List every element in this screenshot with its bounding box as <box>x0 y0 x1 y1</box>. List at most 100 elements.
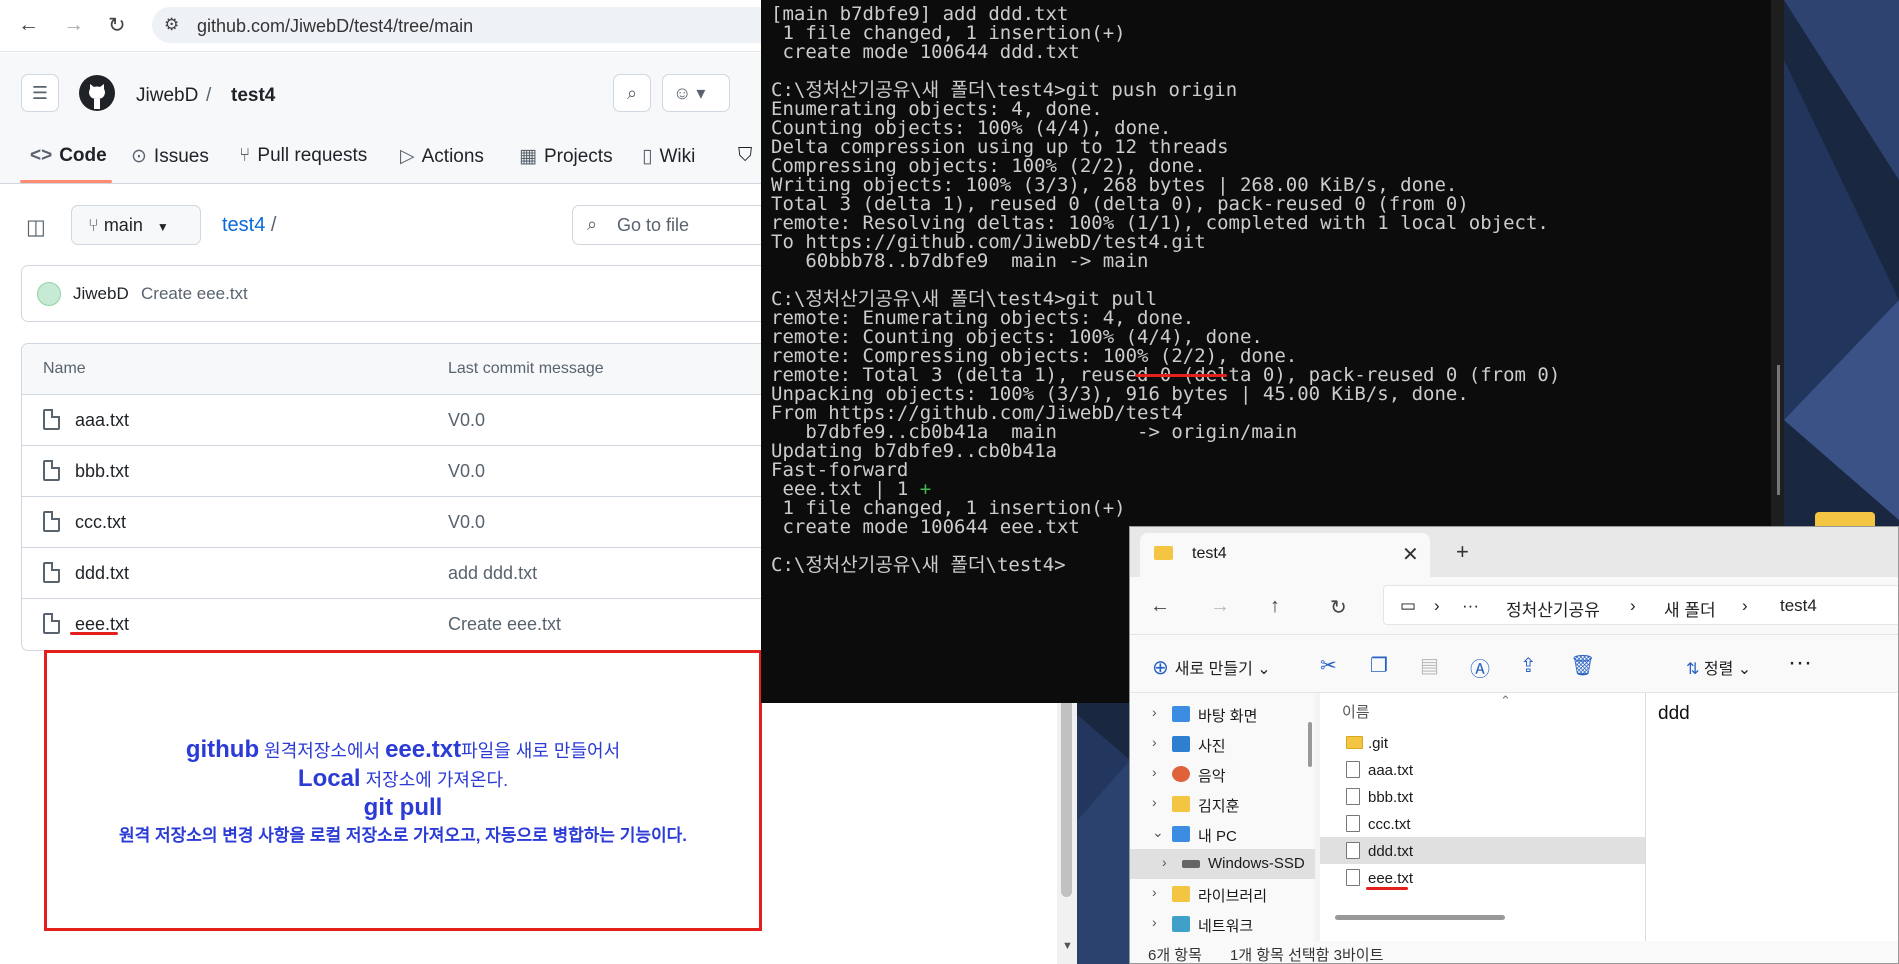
security-icon[interactable]: ⛉ <box>738 145 752 167</box>
projects-icon: ▦ <box>519 146 537 167</box>
tree-item[interactable]: ⌄ 내 PC <box>1130 819 1315 849</box>
sort-button[interactable]: ⇅ 정렬 ⌄ <box>1686 655 1751 679</box>
scroll-down-arrow-icon[interactable]: ▼ <box>1062 940 1073 952</box>
folder-icon <box>1154 546 1173 560</box>
file-commit-message[interactable]: V0.0 <box>448 410 485 431</box>
back-icon[interactable]: ← <box>1150 595 1170 618</box>
annotation-line-1: github 원격저장소에서 eee.txt파일을 새로 만들어서 <box>47 736 759 765</box>
reload-icon[interactable]: ↻ <box>108 13 126 38</box>
file-name[interactable]: aaa.txt <box>75 410 129 431</box>
share-icon[interactable]: ⇪ <box>1520 653 1537 678</box>
list-item[interactable]: bbb.txt202 <box>1320 783 1688 810</box>
file-commit-message[interactable]: V0.0 <box>448 512 485 533</box>
text-file-icon <box>1346 788 1360 805</box>
expand-sidebar-icon[interactable]: ◫ <box>26 215 46 240</box>
back-icon[interactable]: ← <box>18 13 39 37</box>
chevron-right-icon[interactable]: › <box>1152 764 1157 780</box>
path-chevron-icon: › <box>1742 596 1748 615</box>
annotation-line-3: git pull <box>363 794 443 821</box>
new-tab-icon[interactable]: + <box>1456 539 1469 565</box>
tab-issues[interactable]: ⊙ Issues <box>131 145 209 168</box>
file-name[interactable]: bbb.txt <box>75 461 129 482</box>
tab-actions[interactable]: ▷ Actions <box>400 145 484 168</box>
terminal-line: C:\정처산기공유\새 폴더\test4>git pull <box>771 288 1158 310</box>
chevron-right-icon[interactable]: › <box>1162 854 1167 870</box>
avatar[interactable] <box>37 282 61 306</box>
pc-icon <box>1172 826 1190 842</box>
annotation-underline <box>70 632 118 635</box>
file-name[interactable]: ddd.txt <box>75 563 129 584</box>
tree-item[interactable]: › Windows-SSD <box>1130 849 1315 879</box>
menu-icon[interactable]: ☰ <box>21 74 59 112</box>
url-text[interactable]: github.com/JiwebD/test4/tree/main <box>197 16 473 37</box>
forward-icon[interactable]: → <box>1210 595 1230 618</box>
tab-pull-requests[interactable]: ⑂ Pull requests <box>239 145 367 167</box>
file-commit-message[interactable]: Create eee.txt <box>448 614 561 635</box>
list-item-name: eee.txt <box>1368 870 1414 887</box>
cut-icon[interactable]: ✂ <box>1320 653 1337 678</box>
explorer-tab[interactable]: test4 ✕ <box>1140 533 1430 577</box>
list-item[interactable]: aaa.txt202 <box>1320 756 1688 783</box>
path-ellipsis[interactable]: ··· <box>1462 596 1479 616</box>
tree-item[interactable]: › 라이브러리 <box>1130 879 1315 909</box>
owner-repo-separator: / <box>206 85 212 106</box>
close-icon[interactable]: ✕ <box>1402 542 1419 567</box>
path-segment[interactable]: 새 폴더 <box>1664 596 1716 621</box>
list-item[interactable]: ddd.txt202 <box>1320 837 1688 864</box>
chevron-right-icon[interactable]: › <box>1152 884 1157 900</box>
search-icon[interactable]: ⌕ <box>613 74 651 112</box>
chevron-right-icon[interactable]: › <box>1152 914 1157 930</box>
path-segment[interactable]: 정처산기공유 <box>1506 596 1600 621</box>
chevron-right-icon[interactable]: › <box>1152 794 1157 810</box>
repo-name-link[interactable]: test4 <box>231 85 275 107</box>
refresh-icon[interactable]: ↻ <box>1330 595 1347 620</box>
repo-owner-link[interactable]: JiwebD <box>136 85 198 107</box>
terminal-scrollbar-thumb[interactable] <box>1777 365 1780 495</box>
more-options-icon[interactable]: ··· <box>1788 649 1812 677</box>
explorer-path-bar[interactable]: ▭ › ··· 정처산기공유 › 새 폴더 › test4 <box>1383 585 1898 625</box>
tree-item[interactable]: › 바탕 화면 <box>1130 699 1315 729</box>
chevron-down-icon[interactable]: ⌄ <box>1152 824 1164 841</box>
column-name-header[interactable]: 이름 <box>1342 701 1370 722</box>
site-info-icon[interactable]: ⚙ <box>164 15 179 35</box>
tree-item[interactable]: › 김지훈 <box>1130 789 1315 819</box>
rename-icon[interactable]: Ⓐ <box>1470 653 1490 682</box>
file-name[interactable]: ccc.txt <box>75 512 126 533</box>
list-item[interactable]: .git202 <box>1320 729 1688 756</box>
path-segment[interactable]: test4 <box>1780 596 1817 616</box>
github-logo-icon[interactable] <box>78 74 116 112</box>
forward-icon[interactable]: → <box>63 13 84 37</box>
chevron-right-icon[interactable]: › <box>1152 734 1157 750</box>
chevron-right-icon[interactable]: › <box>1152 704 1157 720</box>
sort-label: 정렬 <box>1703 661 1734 678</box>
file-commit-message[interactable]: add ddd.txt <box>448 563 537 584</box>
breadcrumb: test4 / <box>222 214 276 237</box>
tab-projects[interactable]: ▦ Projects <box>519 145 613 168</box>
tab-wiki[interactable]: ▯ Wiki <box>642 145 695 168</box>
commit-message[interactable]: Create eee.txt <box>141 284 248 304</box>
breadcrumb-repo-link[interactable]: test4 <box>222 214 265 236</box>
navigation-pane-scrollbar[interactable] <box>1308 722 1312 767</box>
file-list-scrollbar[interactable] <box>1335 915 1505 920</box>
delete-icon[interactable]: 🗑 <box>1570 653 1595 678</box>
terminal-line: 1 file changed, 1 insertion(+) <box>771 497 1126 519</box>
tree-item-label: 사진 <box>1198 738 1226 755</box>
paste-icon[interactable]: ▤ <box>1420 653 1439 678</box>
tab-code[interactable]: <> Code <box>30 145 107 167</box>
list-item[interactable]: ccc.txt202 <box>1320 810 1688 837</box>
tree-item[interactable]: › 사진 <box>1130 729 1315 759</box>
list-item-name: bbb.txt <box>1368 789 1414 806</box>
list-item-name: ddd.txt <box>1368 843 1414 860</box>
tree-item[interactable]: › 네트워크 <box>1130 909 1315 939</box>
copilot-button[interactable]: ☺ ▾ <box>662 74 730 112</box>
new-button[interactable]: ⊕ 새로 만들기 ⌄ <box>1152 655 1271 680</box>
pull-request-icon: ⑂ <box>239 145 251 166</box>
tree-item[interactable]: › 음악 <box>1130 759 1315 789</box>
up-icon[interactable]: ↑ <box>1270 595 1280 618</box>
copy-icon[interactable]: ❐ <box>1370 653 1388 678</box>
branch-selector[interactable]: ⑂ main ▼ <box>71 205 201 245</box>
commit-author[interactable]: JiwebD <box>73 284 129 304</box>
file-commit-message[interactable]: V0.0 <box>448 461 485 482</box>
terminal-line: Writing objects: 100% (3/3), 268 bytes |… <box>771 174 1458 196</box>
file-icon <box>43 409 60 430</box>
